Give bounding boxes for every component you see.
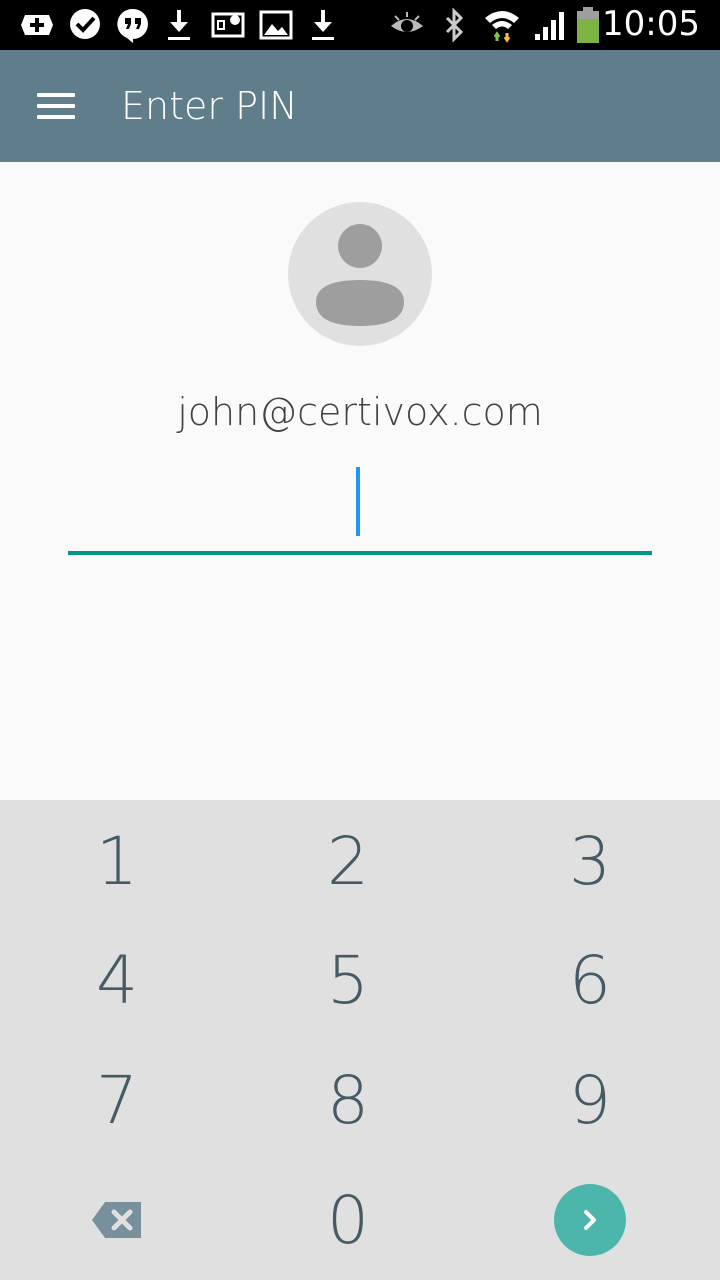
key-6[interactable]: 6 — [510, 925, 670, 1035]
backspace-icon — [92, 1202, 141, 1238]
hamburger-menu-icon[interactable] — [24, 76, 88, 136]
account-email: john@certivox.com — [177, 390, 543, 434]
add-icon — [18, 6, 56, 44]
signal-icon — [532, 6, 568, 44]
checkmark-heart-icon — [66, 6, 104, 44]
eye-icon — [388, 6, 426, 44]
key-5[interactable]: 5 — [268, 925, 428, 1035]
key-7[interactable]: 7 — [37, 1045, 197, 1155]
next-circle[interactable] — [554, 1184, 626, 1256]
status-time: 10:05 — [602, 4, 700, 44]
key-3[interactable]: 3 — [510, 806, 670, 916]
download-icon — [306, 6, 340, 44]
wifi-icon — [482, 6, 522, 44]
key-8[interactable]: 8 — [268, 1045, 428, 1155]
pin-input[interactable] — [68, 460, 652, 555]
battery-icon — [574, 6, 602, 44]
download-icon — [162, 6, 196, 44]
key-4[interactable]: 4 — [37, 925, 197, 1035]
person-avatar-icon — [288, 202, 432, 346]
bluetooth-icon — [440, 6, 468, 44]
key-0[interactable]: 0 — [268, 1165, 428, 1275]
page-title: Enter PIN — [121, 84, 298, 128]
key-2[interactable]: 2 — [268, 806, 428, 916]
sim-icon — [208, 6, 248, 44]
hangouts-quote-icon — [114, 6, 152, 44]
key-9[interactable]: 9 — [510, 1045, 670, 1155]
text-caret — [356, 467, 360, 536]
chevron-right-icon — [584, 1210, 596, 1230]
numeric-keypad: 1 2 3 4 5 6 7 8 9 0 — [0, 800, 720, 1280]
backspace-button[interactable] — [37, 1165, 197, 1275]
status-bar: 10:05 — [0, 0, 720, 50]
image-icon — [258, 6, 294, 44]
next-button[interactable] — [510, 1165, 670, 1275]
app-bar: Enter PIN — [0, 50, 720, 162]
key-1[interactable]: 1 — [37, 806, 197, 916]
